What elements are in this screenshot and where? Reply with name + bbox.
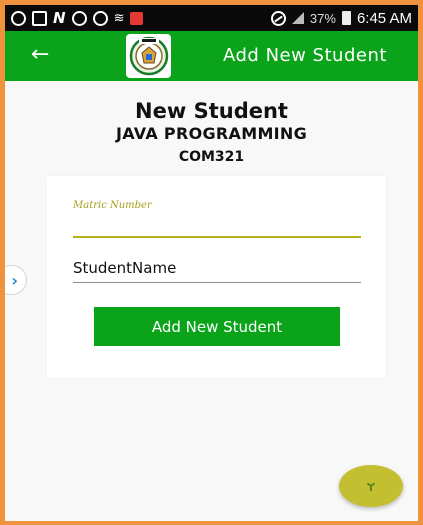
whatsapp-icon <box>71 10 87 26</box>
n-notification-icon: N <box>53 9 66 27</box>
battery-percent: 37% <box>309 10 336 26</box>
add-new-student-button-label: Add New Student <box>151 317 283 336</box>
page-title: New Student <box>135 99 288 123</box>
status-icons-left: N ≋ <box>11 9 144 27</box>
student-name-underline <box>73 282 361 283</box>
alert-notification-icon <box>130 11 144 25</box>
circle-notification-icon <box>11 10 26 26</box>
school-logo <box>126 34 171 78</box>
student-form-card: Matric Number StudentName Add New Studen… <box>47 176 386 378</box>
course-title: JAVA PROGRAMMING <box>115 124 308 143</box>
status-bar: N ≋ 37% 6:45 AM <box>5 5 418 31</box>
app-bar: ← Add New Student <box>5 31 418 81</box>
whatsapp-business-icon <box>92 10 108 26</box>
wifi-icon: ≋ <box>113 10 125 26</box>
add-new-student-button[interactable]: Add New Student <box>94 307 340 346</box>
app-bar-title: Add New Student <box>223 45 387 66</box>
status-icons-right: 37% 6:45 AM <box>270 9 412 27</box>
chevron-right-icon: › <box>11 270 18 290</box>
matric-number-field[interactable] <box>73 236 361 238</box>
battery-icon <box>341 11 351 25</box>
gallery-notification-icon <box>32 10 47 26</box>
signal-icon <box>291 12 304 24</box>
clock: 6:45 AM <box>356 9 412 27</box>
school-crest-icon <box>129 36 168 76</box>
floating-action-button[interactable] <box>339 465 403 507</box>
do-not-disturb-icon <box>270 10 286 26</box>
course-code: COM321 <box>178 149 245 165</box>
side-drawer-handle[interactable]: › <box>5 265 27 295</box>
arrow-left-icon: ← <box>31 42 50 67</box>
phone-screen: N ≋ 37% 6:45 AM ← Add New Student New St… <box>5 5 418 521</box>
matric-number-label: Matric Number <box>73 200 152 211</box>
sprout-icon <box>367 483 375 491</box>
back-button[interactable]: ← <box>31 41 49 69</box>
student-name-field[interactable]: StudentName <box>73 259 176 277</box>
